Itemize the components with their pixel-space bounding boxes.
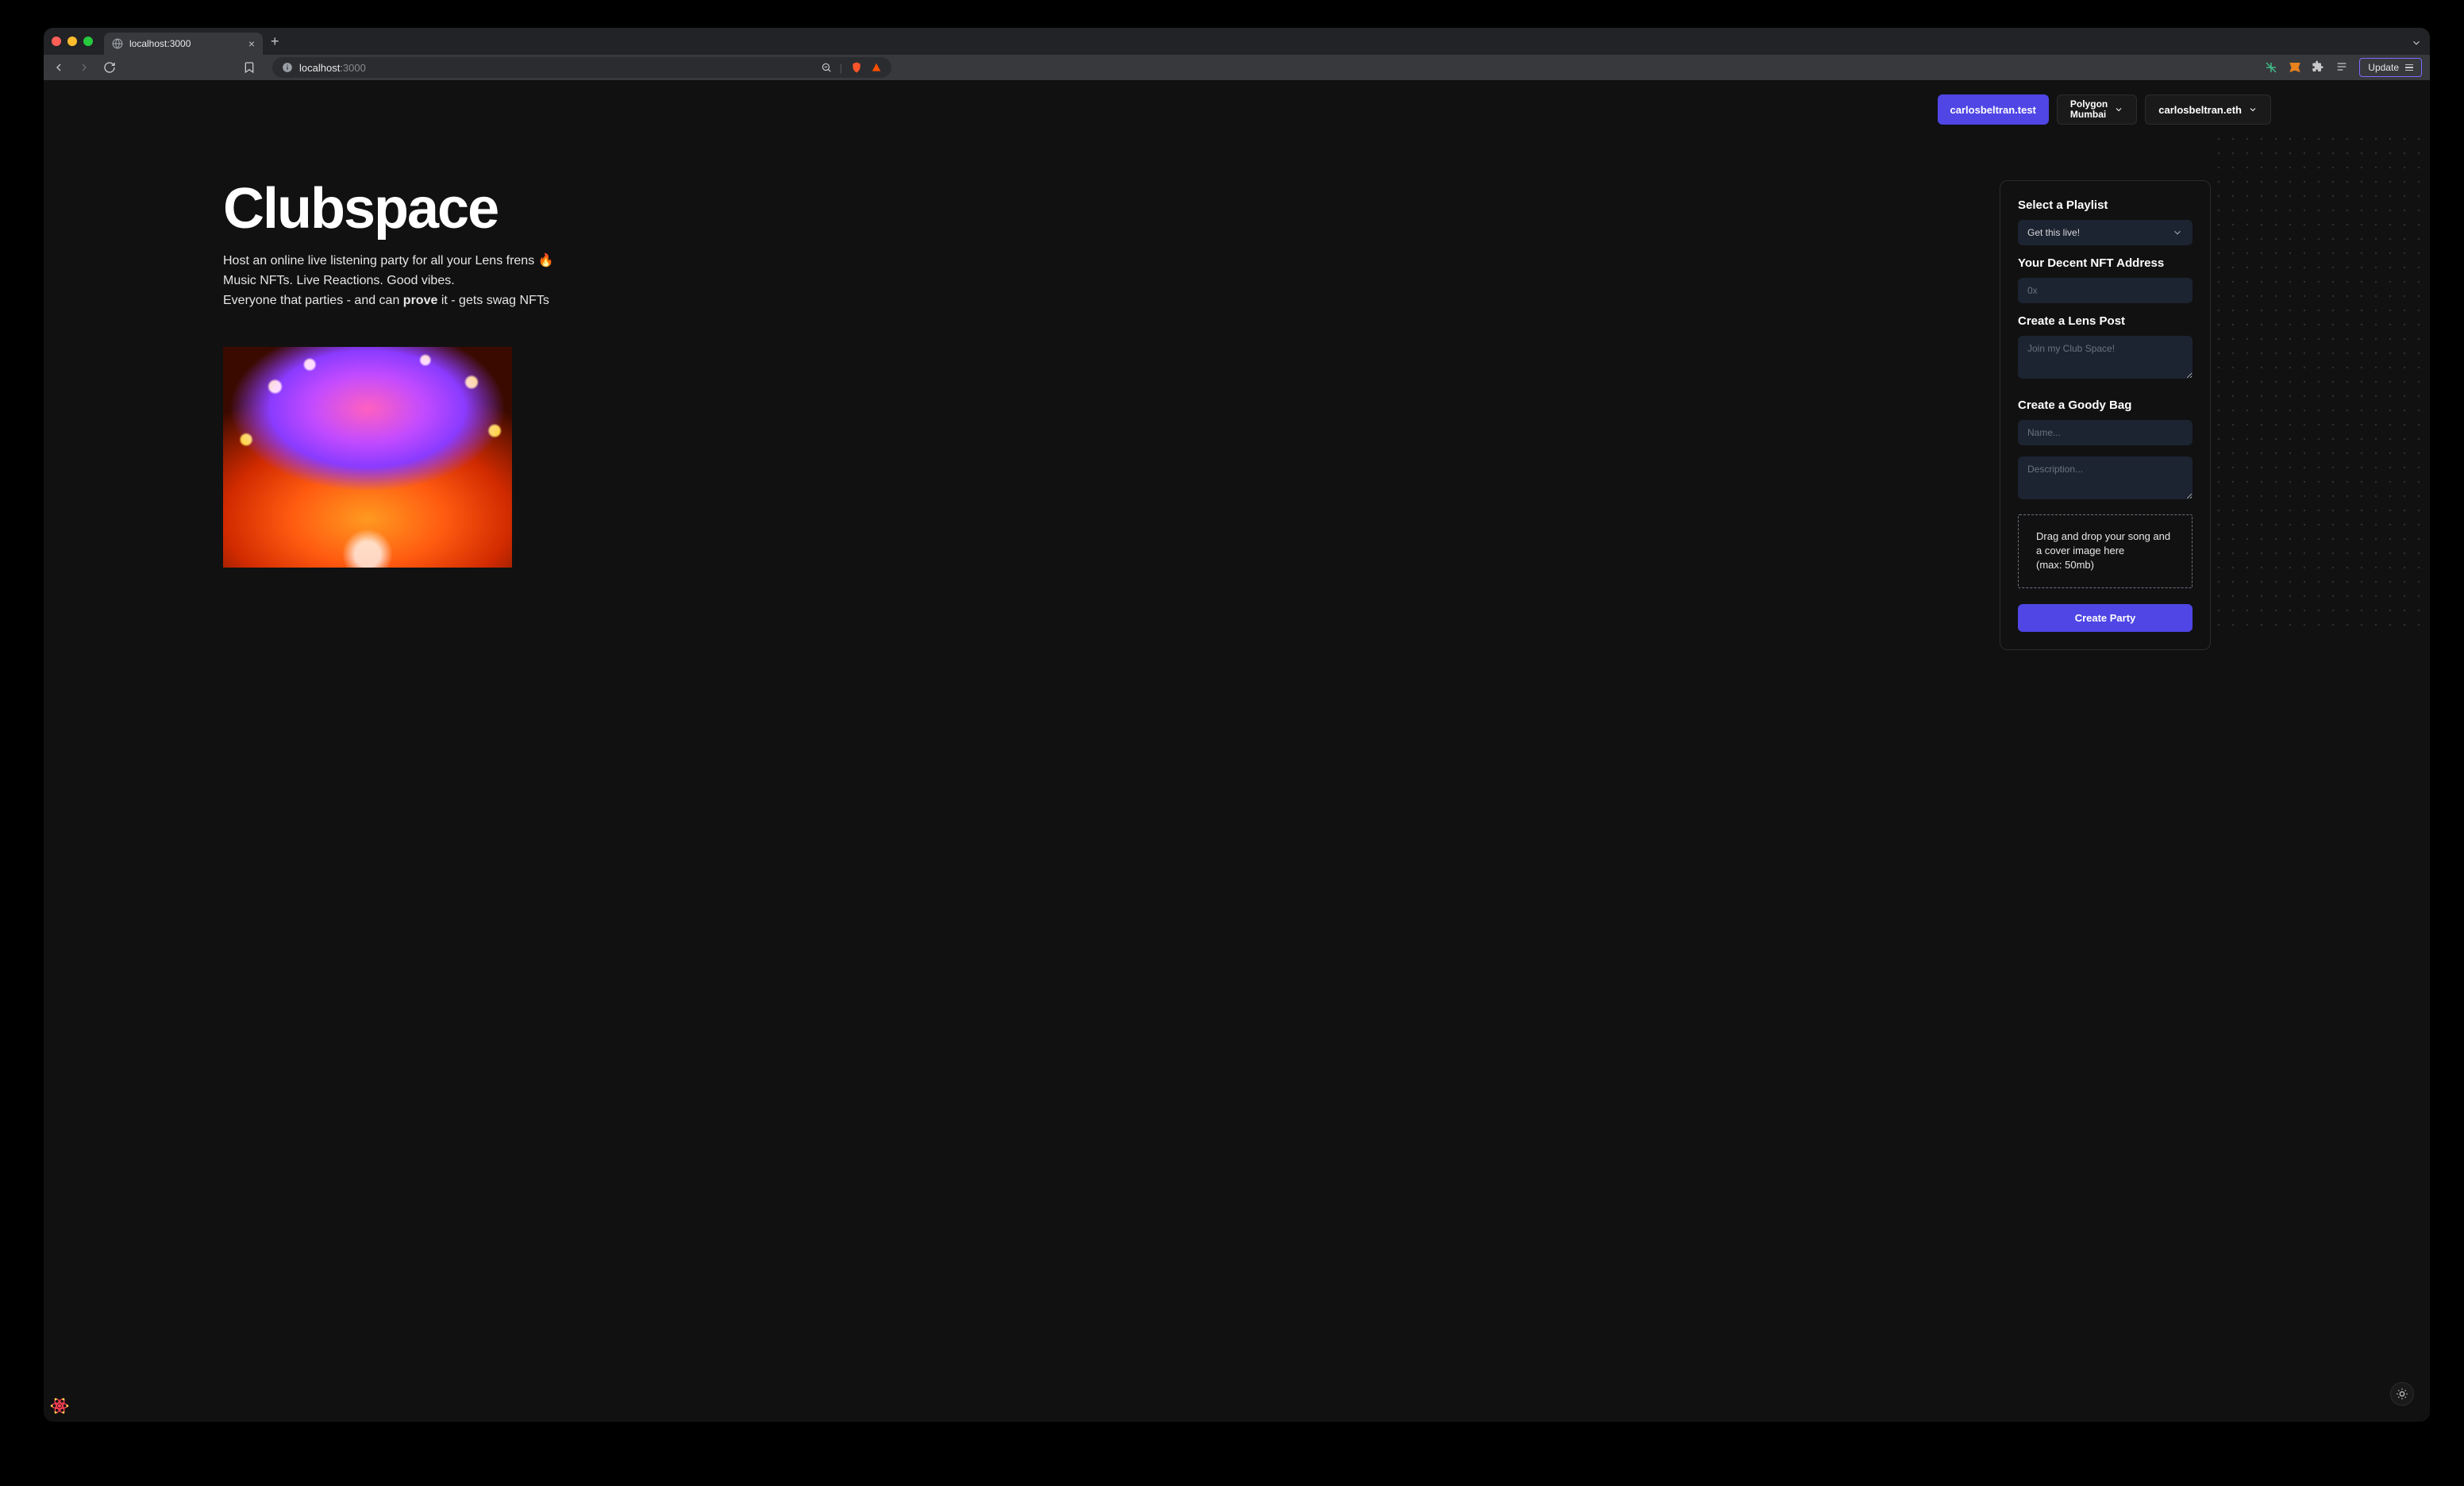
chevron-down-icon <box>2172 227 2183 238</box>
create-party-form: Select a Playlist Get this live! Your De… <box>2000 180 2211 650</box>
sun-icon <box>2396 1388 2408 1400</box>
nft-address-label: Your Decent NFT Address <box>2018 256 2193 270</box>
lens-handle-pill[interactable]: carlosbeltran.test <box>1938 94 2049 125</box>
bookmark-button[interactable] <box>242 60 256 75</box>
brave-rewards-icon[interactable] <box>871 62 882 73</box>
extensions-puzzle-icon[interactable] <box>2312 60 2326 75</box>
minimize-window-button[interactable] <box>67 37 77 46</box>
browser-tab-bar: localhost:3000 × + <box>44 28 2430 55</box>
decorative-dot-grid <box>2217 137 2430 629</box>
wallet-selector[interactable]: carlosbeltran.eth <box>2145 94 2271 125</box>
tab-overflow-button[interactable] <box>2411 37 2422 48</box>
site-info-icon[interactable] <box>282 62 293 73</box>
lens-post-textarea[interactable] <box>2018 336 2193 379</box>
back-button[interactable] <box>52 60 66 75</box>
zoom-icon[interactable] <box>821 62 832 73</box>
browser-update-button[interactable]: Update <box>2359 58 2422 77</box>
playlist-select[interactable]: Get this live! <box>2018 220 2193 245</box>
goody-description-textarea[interactable] <box>2018 456 2193 499</box>
globe-icon <box>112 38 123 49</box>
metamask-icon[interactable] <box>2288 60 2302 75</box>
chevron-down-icon <box>2248 105 2258 114</box>
playlist-label: Select a Playlist <box>2018 198 2193 212</box>
reading-list-icon[interactable] <box>2335 60 2350 75</box>
hamburger-icon <box>2405 64 2413 71</box>
nft-address-input[interactable] <box>2018 278 2193 303</box>
extension-icon-1[interactable] <box>2264 60 2278 75</box>
theme-toggle-button[interactable] <box>2390 1382 2414 1406</box>
close-window-button[interactable] <box>52 37 61 46</box>
browser-nav-bar: localhost:3000 | Update <box>44 55 2430 80</box>
url-text: localhost:3000 <box>299 62 366 74</box>
new-tab-button[interactable]: + <box>271 33 279 50</box>
header-pills: carlosbeltran.test Polygon Mumbai carlos… <box>1938 94 2271 125</box>
chevron-down-icon <box>2114 105 2123 114</box>
url-bar[interactable]: localhost:3000 | <box>272 57 891 78</box>
reload-button[interactable] <box>102 60 117 75</box>
browser-tab[interactable]: localhost:3000 × <box>104 33 263 55</box>
goody-name-input[interactable] <box>2018 420 2193 445</box>
window-controls <box>52 37 93 46</box>
forward-button[interactable] <box>77 60 91 75</box>
network-selector[interactable]: Polygon Mumbai <box>2057 94 2137 125</box>
goody-bag-label: Create a Goody Bag <box>2018 398 2193 412</box>
hero-line-1: Host an online live listening party for … <box>223 252 1912 270</box>
react-query-devtools-icon[interactable] <box>48 1395 71 1417</box>
file-dropzone[interactable]: Drag and drop your song and a cover imag… <box>2018 514 2193 588</box>
brave-shield-icon[interactable] <box>850 61 863 74</box>
maximize-window-button[interactable] <box>83 37 93 46</box>
tab-title: localhost:3000 <box>129 38 191 49</box>
close-tab-button[interactable]: × <box>248 38 255 49</box>
lens-post-label: Create a Lens Post <box>2018 314 2193 328</box>
hero-image <box>223 347 512 568</box>
page-title: Clubspace <box>223 180 1912 237</box>
create-party-button[interactable]: Create Party <box>2018 604 2193 632</box>
hero-line-3: Everyone that parties - and can prove it… <box>223 291 1912 310</box>
hero-line-2: Music NFTs. Live Reactions. Good vibes. <box>223 271 1912 290</box>
